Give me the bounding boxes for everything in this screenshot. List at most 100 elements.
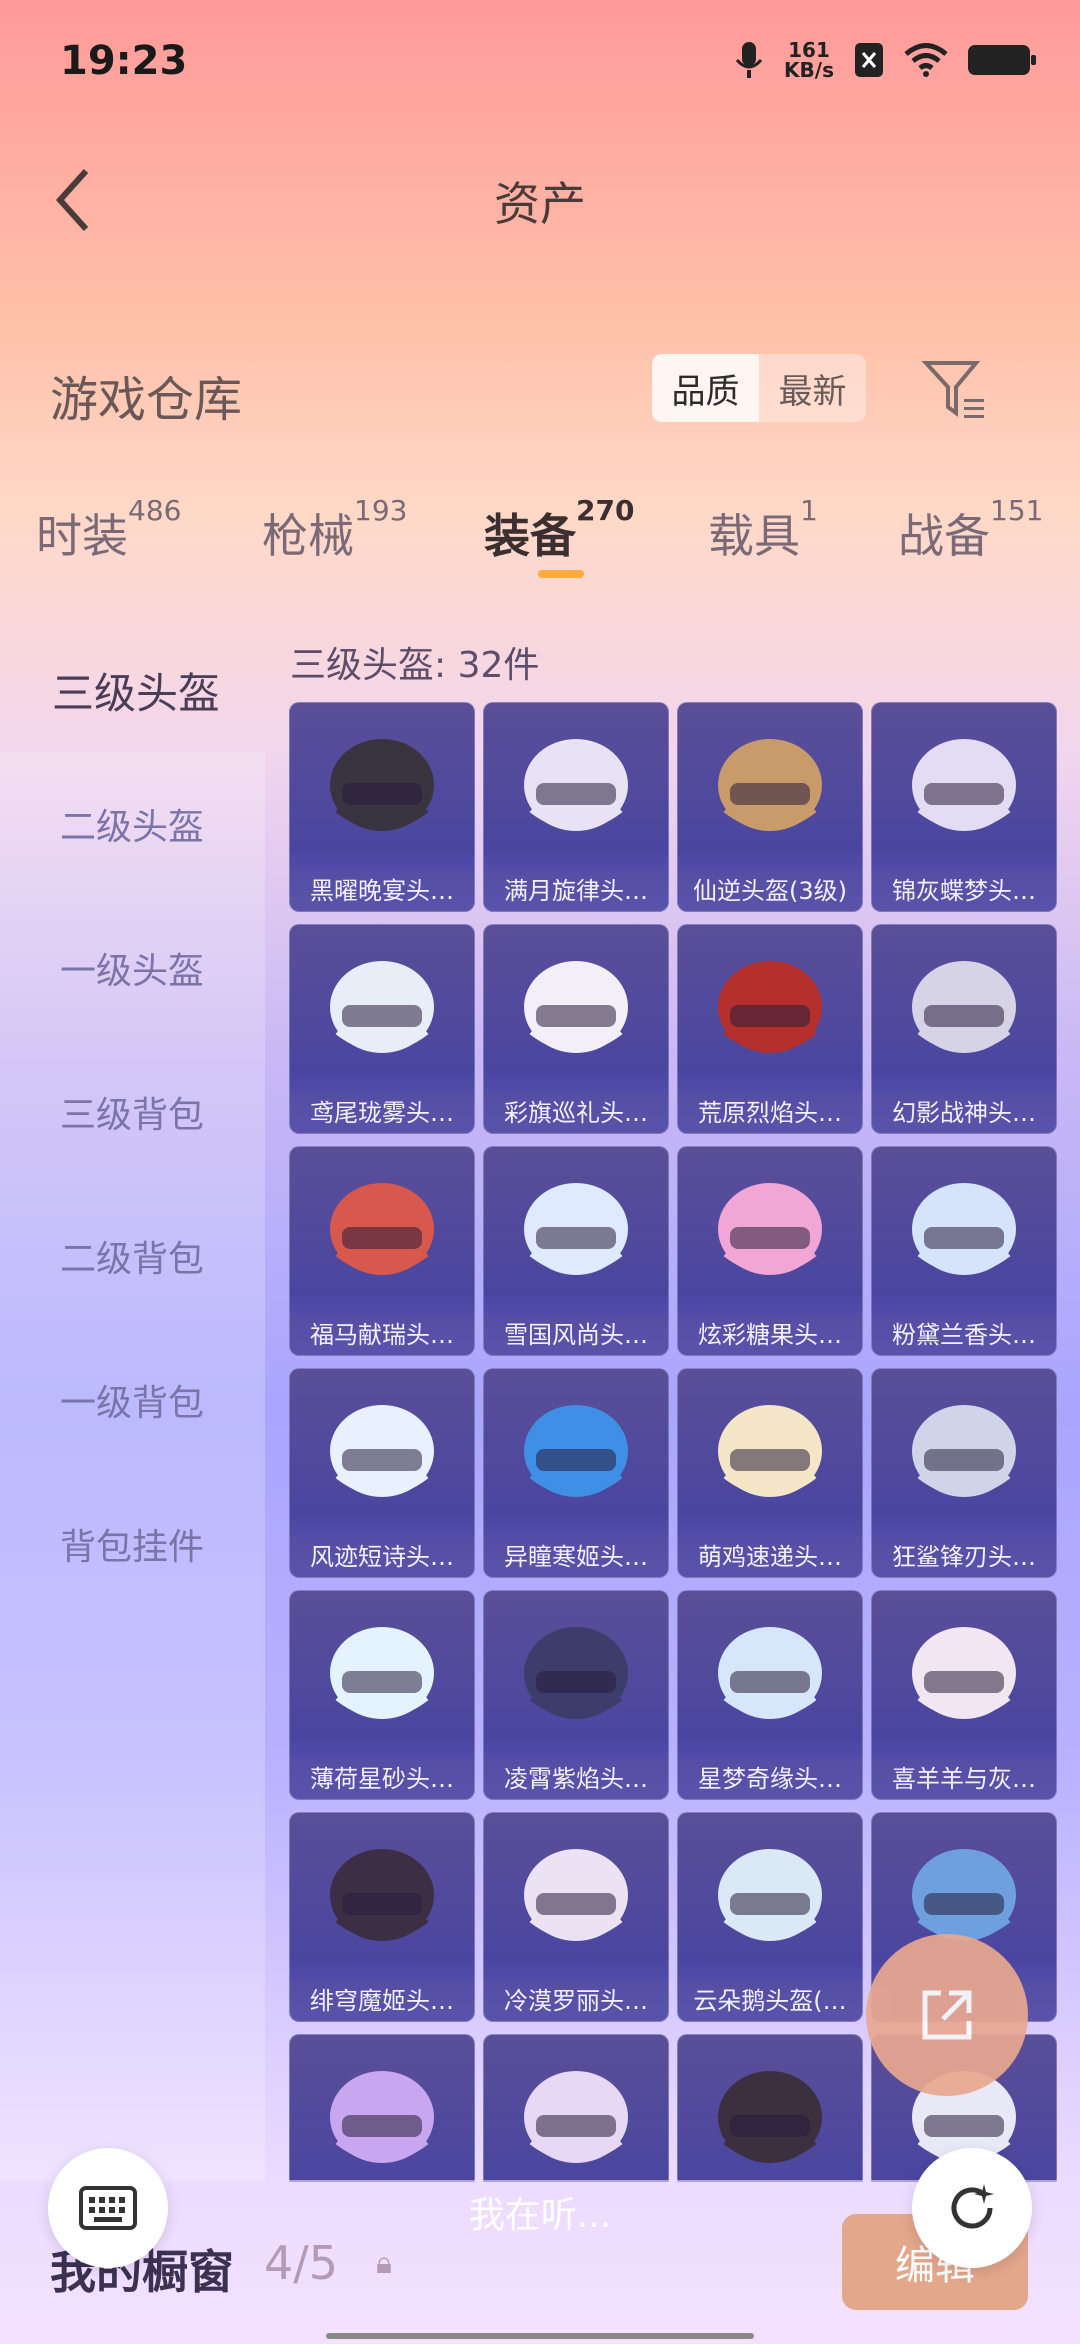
tab-combat-gear[interactable]: 战备151 xyxy=(898,494,1043,566)
helmet-item-card[interactable]: 雪国风尚头… xyxy=(483,1146,669,1356)
wifi-icon xyxy=(904,43,948,77)
item-name: 风迹短诗头… xyxy=(290,1537,474,1577)
sidebar-item-level1-backpack[interactable]: 一级背包 xyxy=(0,1330,265,1470)
helmet-item-card[interactable]: 星梦奇缘头… xyxy=(677,1590,863,1800)
item-name: 星梦奇缘头… xyxy=(678,1759,862,1799)
keyboard-icon xyxy=(79,2186,137,2230)
helmet-icon xyxy=(524,1183,628,1275)
helmet-item-card[interactable]: 粉黛兰香头… xyxy=(871,1146,1057,1356)
helmet-icon xyxy=(330,1183,434,1275)
helmet-item-card[interactable]: 荒原烈焰头… xyxy=(677,924,863,1134)
helmet-item-card[interactable]: 绯穹魔姬头… xyxy=(289,1812,475,2022)
item-name: 凌霄紫焰头… xyxy=(484,1759,668,1799)
helmet-icon xyxy=(912,739,1016,831)
helmet-icon xyxy=(718,739,822,831)
helmet-icon xyxy=(912,1405,1016,1497)
item-name: 满月旋律头… xyxy=(484,871,668,911)
net-speed: 161 KB/s xyxy=(784,38,834,82)
helmet-item-card[interactable]: 锦灰蝶梦头… xyxy=(871,702,1057,912)
home-indicator xyxy=(326,2333,754,2339)
sidebar-item-level3-backpack[interactable]: 三级背包 xyxy=(0,1042,265,1182)
helmet-icon xyxy=(524,2071,628,2163)
tab-fashion[interactable]: 时装486 xyxy=(36,494,181,566)
helmet-item-card[interactable]: 薄荷星砂头… xyxy=(289,1590,475,1800)
filter-icon[interactable] xyxy=(920,355,990,425)
helmet-item-card[interactable]: 萌鸡速递头… xyxy=(677,1368,863,1578)
helmet-icon xyxy=(718,1405,822,1497)
helmet-icon xyxy=(330,1849,434,1941)
item-name: 薄荷星砂头… xyxy=(290,1759,474,1799)
item-name: 狂鲨锋刃头… xyxy=(872,1537,1056,1577)
sort-toggle: 品质 最新 xyxy=(652,354,866,422)
item-name: 鸢尾珑雾头… xyxy=(290,1093,474,1133)
item-name: 仙逆头盔(3级) xyxy=(678,871,862,911)
active-tab-indicator xyxy=(538,570,584,578)
helmet-icon xyxy=(524,1849,628,1941)
sidebar-item-backpack-charm[interactable]: 背包挂件 xyxy=(0,1474,265,1614)
warehouse-title: 游戏仓库 xyxy=(50,372,243,428)
item-name: 幻影战神头… xyxy=(872,1093,1056,1133)
helmet-icon xyxy=(524,739,628,831)
status-bar: 19:23 161 KB/s xyxy=(0,0,1080,120)
helmet-icon xyxy=(912,1183,1016,1275)
page-title: 资产 xyxy=(494,177,586,231)
item-name: 萌鸡速递头… xyxy=(678,1537,862,1577)
item-name: 绯穹魔姬头… xyxy=(290,1981,474,2021)
helmet-icon xyxy=(718,1183,822,1275)
subcategory-sidebar: 三级头盔 二级头盔 一级头盔 三级背包 二级背包 一级背包 背包挂件 xyxy=(0,606,265,2182)
helmet-item-card[interactable]: 凌霄紫焰头… xyxy=(483,1590,669,1800)
item-name: 冷漠罗丽头… xyxy=(484,1981,668,2021)
share-icon xyxy=(922,1990,972,2040)
status-icons: 161 KB/s xyxy=(734,38,1036,82)
helmet-item-card[interactable]: 黑曜晚宴头… xyxy=(289,702,475,912)
tab-vehicles[interactable]: 载具1 xyxy=(708,494,818,566)
item-name: 雪国风尚头… xyxy=(484,1315,668,1355)
helmet-item-card[interactable]: 仙逆头盔(3级) xyxy=(677,702,863,912)
sort-quality-button[interactable]: 品质 xyxy=(652,354,759,422)
tab-equipment[interactable]: 装备270 xyxy=(484,494,634,566)
microphone-icon xyxy=(735,42,763,78)
helmet-item-card[interactable] xyxy=(289,2034,475,2182)
item-name: 锦灰蝶梦头… xyxy=(872,871,1056,911)
helmet-icon xyxy=(912,961,1016,1053)
helmet-icon xyxy=(718,1849,822,1941)
helmet-item-card[interactable]: 幻影战神头… xyxy=(871,924,1057,1134)
tab-firearms[interactable]: 枪械193 xyxy=(262,494,407,566)
helmet-item-card[interactable]: 福马献瑞头… xyxy=(289,1146,475,1356)
helmet-item-card[interactable]: 狂鲨锋刃头… xyxy=(871,1368,1057,1578)
helmet-item-card[interactable]: 喜羊羊与灰… xyxy=(871,1590,1057,1800)
helmet-item-card[interactable] xyxy=(483,2034,669,2182)
helmet-item-card[interactable] xyxy=(677,2034,863,2182)
sort-newest-button[interactable]: 最新 xyxy=(759,354,866,422)
lock-icon: 🔒︎ xyxy=(376,2246,392,2281)
helmet-icon xyxy=(718,2071,822,2163)
voice-refresh-button[interactable] xyxy=(912,2148,1032,2268)
item-name: 云朵鹅头盔(… xyxy=(678,1981,862,2021)
refresh-icon xyxy=(951,2184,994,2229)
helmet-item-card[interactable]: 异瞳寒姬头… xyxy=(483,1368,669,1578)
helmet-icon xyxy=(524,1405,628,1497)
helmet-item-card[interactable]: 彩旗巡礼头… xyxy=(483,924,669,1134)
sidebar-item-level3-helmet[interactable]: 三级头盔 xyxy=(0,620,265,760)
item-name: 荒原烈焰头… xyxy=(678,1093,862,1133)
helmet-item-card[interactable]: 云朵鹅头盔(… xyxy=(677,1812,863,2022)
helmet-item-card[interactable]: 风迹短诗头… xyxy=(289,1368,475,1578)
item-name: 喜羊羊与灰… xyxy=(872,1759,1056,1799)
keyboard-button[interactable] xyxy=(48,2148,168,2268)
share-button[interactable] xyxy=(866,1934,1028,2096)
category-tabs: 时装486 枪械193 装备270 载具1 战备151 xyxy=(0,480,1080,600)
helmet-item-card[interactable]: 炫彩糖果头… xyxy=(677,1146,863,1356)
sidebar-item-level2-backpack[interactable]: 二级背包 xyxy=(0,1186,265,1326)
helmet-icon xyxy=(330,961,434,1053)
sidebar-item-level2-helmet[interactable]: 二级头盔 xyxy=(0,754,265,894)
helmet-icon xyxy=(718,961,822,1053)
helmet-icon xyxy=(330,2071,434,2163)
item-count-label: 三级头盔: 32件 xyxy=(290,645,540,686)
helmet-item-card[interactable]: 鸢尾珑雾头… xyxy=(289,924,475,1134)
helmet-icon xyxy=(524,961,628,1053)
showcase-count: 4/5 xyxy=(264,2236,339,2290)
sidebar-item-level1-helmet[interactable]: 一级头盔 xyxy=(0,898,265,1038)
helmet-item-card[interactable]: 满月旋律头… xyxy=(483,702,669,912)
helmet-icon xyxy=(330,1627,434,1719)
helmet-item-card[interactable]: 冷漠罗丽头… xyxy=(483,1812,669,2022)
